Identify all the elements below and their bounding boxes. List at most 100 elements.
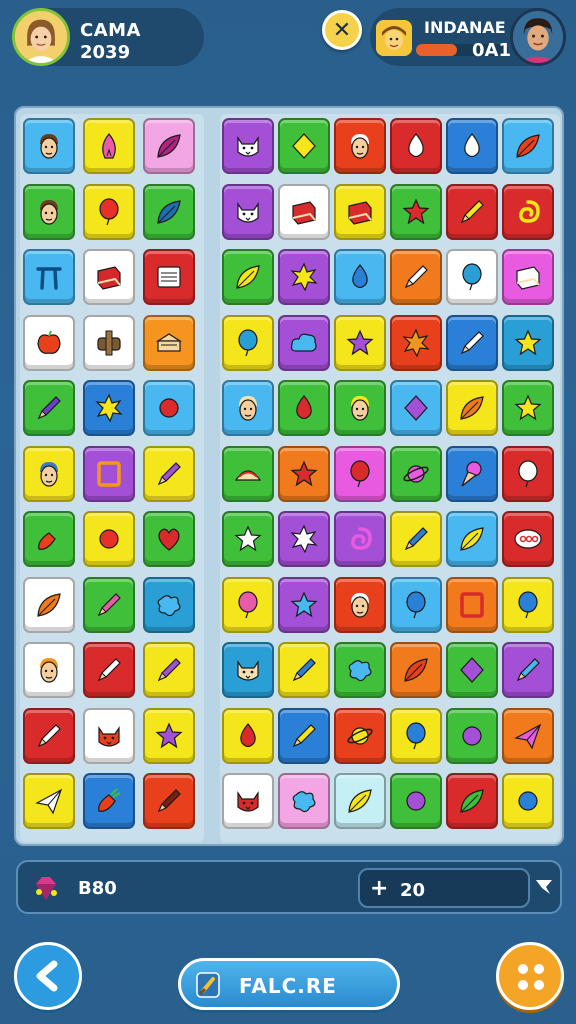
tile-splat[interactable] (278, 773, 330, 829)
tile-pi-arch[interactable] (23, 249, 75, 305)
tile-pencil[interactable] (390, 511, 442, 567)
tile-burst[interactable] (278, 511, 330, 567)
tile-man-face[interactable] (23, 642, 75, 698)
tile-balloon[interactable] (222, 576, 274, 633)
tile-square-frame[interactable] (83, 445, 135, 502)
back-button[interactable] (14, 942, 82, 1010)
tile-dot[interactable] (446, 707, 498, 764)
tile-balloon[interactable] (83, 183, 135, 240)
tile-drop[interactable] (222, 707, 274, 764)
tile-calendar[interactable] (143, 249, 195, 305)
tile-splat[interactable] (143, 576, 195, 633)
tile-book[interactable] (334, 183, 386, 240)
bonus-panel[interactable]: + 20 (358, 868, 530, 908)
tile-paper-plane[interactable] (23, 773, 75, 829)
tile-feather[interactable] (143, 118, 195, 174)
tile-star[interactable] (222, 511, 274, 567)
tile-pencil[interactable] (143, 773, 195, 829)
tile-leaf[interactable] (502, 118, 554, 174)
tile-cat-face[interactable] (222, 773, 274, 829)
tile-drop[interactable] (446, 118, 498, 174)
tile-star[interactable] (143, 707, 195, 764)
tile-cat-face[interactable] (222, 118, 274, 174)
tile-balloon[interactable] (222, 314, 274, 371)
tile-headband-face[interactable] (23, 118, 75, 174)
tile-drop[interactable] (278, 380, 330, 436)
tile-balloon[interactable] (446, 249, 498, 305)
menu-button[interactable] (496, 942, 564, 1010)
tile-ornament[interactable] (83, 314, 135, 371)
tile-cat-face[interactable] (222, 642, 274, 698)
tile-heart[interactable] (143, 511, 195, 567)
tile-star[interactable] (278, 445, 330, 502)
tile-balloon[interactable] (502, 445, 554, 502)
tile-star[interactable] (278, 576, 330, 633)
tile-pencil[interactable] (83, 642, 135, 698)
tile-star[interactable] (502, 380, 554, 436)
arrow-icon[interactable] (534, 876, 554, 898)
tile-ice-cream[interactable] (446, 445, 498, 502)
tile-apple[interactable] (23, 314, 75, 371)
tile-leaf[interactable] (23, 576, 75, 633)
tile-swirl[interactable] (334, 511, 386, 567)
tile-star[interactable] (334, 314, 386, 371)
tile-pencil[interactable] (390, 249, 442, 305)
player-avatar[interactable] (12, 8, 70, 66)
tile-pencil[interactable] (502, 642, 554, 698)
tile-sandwich[interactable] (143, 314, 195, 371)
tile-leaf[interactable] (446, 380, 498, 436)
tile-dot[interactable] (143, 380, 195, 436)
tile-pencil[interactable] (83, 576, 135, 633)
tile-star[interactable] (390, 183, 442, 240)
tile-elf-face[interactable] (23, 183, 75, 240)
tile-leaf[interactable] (143, 183, 195, 240)
tile-cat-face[interactable] (222, 183, 274, 240)
tile-carrot[interactable] (23, 511, 75, 567)
tile-balloon[interactable] (390, 576, 442, 633)
tile-drop[interactable] (390, 118, 442, 174)
tile-paper-plane[interactable] (502, 707, 554, 764)
tile-cloud[interactable] (278, 314, 330, 371)
tile-cat-face[interactable] (83, 707, 135, 764)
tile-star[interactable] (502, 314, 554, 371)
tile-man-face[interactable] (334, 118, 386, 174)
close-button[interactable]: ✕ (322, 10, 362, 50)
tile-diamond[interactable] (446, 642, 498, 698)
tile-balloon[interactable] (390, 707, 442, 764)
tile-swirl[interactable] (502, 183, 554, 240)
tile-leaf[interactable] (446, 773, 498, 829)
tile-pencil[interactable] (143, 642, 195, 698)
tile-dot[interactable] (390, 773, 442, 829)
tile-book[interactable] (502, 249, 554, 305)
tile-dot[interactable] (83, 511, 135, 567)
tile-balloon[interactable] (502, 576, 554, 633)
tile-square-frame[interactable] (446, 576, 498, 633)
tile-man-face[interactable] (334, 380, 386, 436)
tile-carrot[interactable] (83, 773, 135, 829)
tile-diamond[interactable] (390, 380, 442, 436)
tile-balloon[interactable] (334, 445, 386, 502)
tile-burst[interactable] (390, 314, 442, 371)
tile-burst[interactable] (278, 249, 330, 305)
tile-man-face[interactable] (23, 445, 75, 502)
tile-pencil[interactable] (23, 707, 75, 764)
tile-splat[interactable] (334, 642, 386, 698)
tile-pencil[interactable] (278, 707, 330, 764)
tile-text-blob[interactable] (502, 511, 554, 567)
tile-pencil[interactable] (143, 445, 195, 502)
tile-planet[interactable] (334, 707, 386, 764)
tile-man-face[interactable] (334, 576, 386, 633)
tile-man-face[interactable] (222, 380, 274, 436)
tile-burst[interactable] (83, 380, 135, 436)
tile-diamond[interactable] (278, 118, 330, 174)
tile-pencil[interactable] (446, 314, 498, 371)
tile-drop[interactable] (334, 249, 386, 305)
tile-book[interactable] (278, 183, 330, 240)
tile-leaf[interactable] (390, 642, 442, 698)
tile-pencil[interactable] (278, 642, 330, 698)
tile-leaf[interactable] (446, 511, 498, 567)
tile-pencil[interactable] (23, 380, 75, 436)
opponent-avatar[interactable] (510, 8, 566, 66)
tile-book[interactable] (83, 249, 135, 305)
tile-planet[interactable] (390, 445, 442, 502)
